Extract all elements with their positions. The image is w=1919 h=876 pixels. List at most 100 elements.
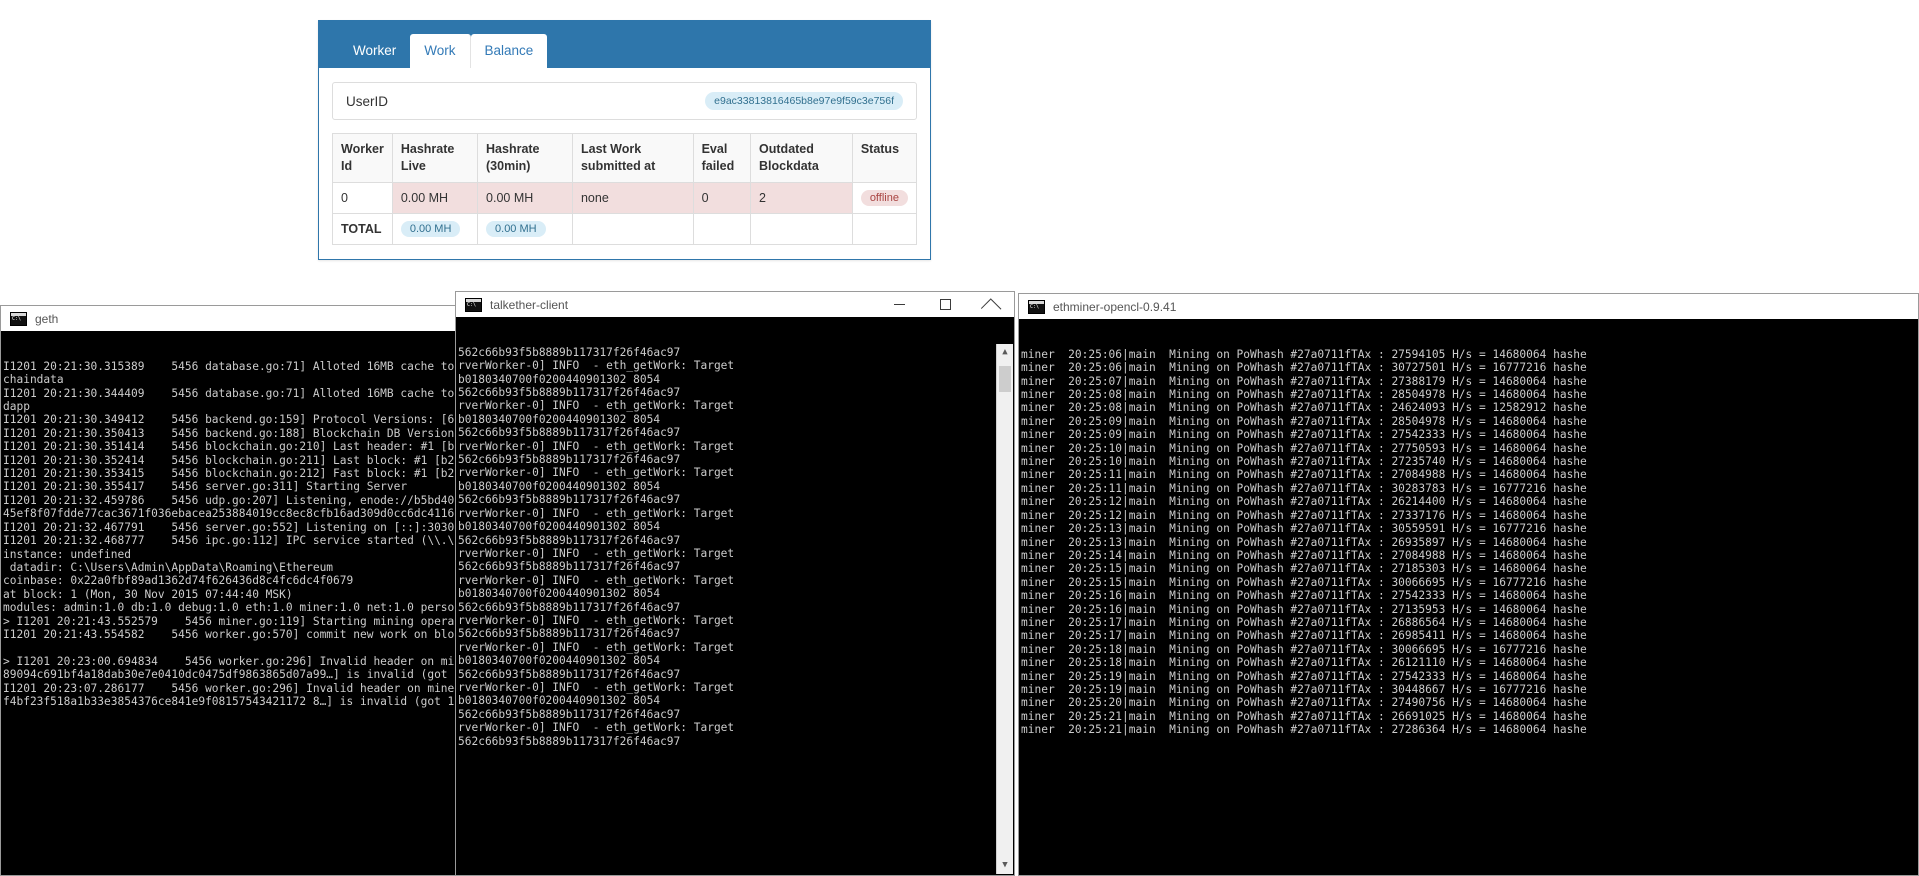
console-line: rverWorker-0] INFO - eth_getWork: Target <box>458 466 735 480</box>
console-line: 562c66b93f5b8889b117317f26f46ac97 <box>458 600 681 614</box>
tab-work[interactable]: Work <box>410 34 471 68</box>
console-line: miner 20:25:21|main Mining on PoWhash #2… <box>1021 709 1587 723</box>
talkether-window-controls <box>876 292 1014 317</box>
col-hashrate-live: Hashrate Live <box>391 133 479 183</box>
console-line: miner 20:25:06|main Mining on PoWhash #2… <box>1021 361 1587 375</box>
close-button[interactable] <box>968 292 1014 317</box>
console-line: miner 20:25:19|main Mining on PoWhash #2… <box>1021 682 1587 696</box>
console-line: 562c66b93f5b8889b117317f26f46ac97 <box>458 345 681 359</box>
col-eval-failed: Eval failed <box>692 133 752 183</box>
console-line: rverWorker-0] INFO - eth_getWork: Target <box>458 640 735 654</box>
talkether-console-output[interactable]: 562c66b93f5b8889b117317f26f46ac97 rverWor… <box>455 317 1015 876</box>
console-icon <box>465 297 482 312</box>
userid-row: UserID e9ac33813816465b8e97e9f59c3e756f <box>332 82 917 120</box>
console-line: miner 20:25:20|main Mining on PoWhash #2… <box>1021 696 1587 710</box>
col-last-work: Last Work submitted at <box>571 133 694 183</box>
workers-table-body: 0 0.00 MH 0.00 MH none 0 2 offline TOTAL <box>332 181 918 245</box>
col-hashrate-30min: Hashrate (30min) <box>477 133 573 183</box>
console-line: 562c66b93f5b8889b117317f26f46ac97 <box>458 426 681 440</box>
tab-balance[interactable]: Balance <box>470 34 548 68</box>
total-hashrate-live-badge: 0.00 MH <box>400 220 461 237</box>
cell-total-label: TOTAL <box>332 212 393 245</box>
console-line: b0180340700f0200440901302 8054 <box>458 587 661 601</box>
console-line: miner 20:25:14|main Mining on PoWhash #2… <box>1021 548 1587 562</box>
talkether-window-title: talkether-client <box>490 297 569 312</box>
ethminer-titlebar[interactable]: ethminer-opencl-0.9.41 <box>1018 293 1919 319</box>
console-line: 562c66b93f5b8889b117317f26f46ac97 <box>458 707 681 721</box>
console-line: miner 20:25:12|main Mining on PoWhash #2… <box>1021 508 1587 522</box>
console-line: rverWorker-0] INFO - eth_getWork: Target <box>458 721 735 735</box>
console-line: miner 20:25:13|main Mining on PoWhash #2… <box>1021 522 1587 536</box>
cell-status: offline <box>851 181 918 214</box>
console-line: miner 20:25:18|main Mining on PoWhash #2… <box>1021 656 1587 670</box>
console-line: miner 20:25:17|main Mining on PoWhash #2… <box>1021 615 1587 629</box>
console-line: miner 20:25:17|main Mining on PoWhash #2… <box>1021 629 1587 643</box>
console-line: miner 20:25:10|main Mining on PoWhash #2… <box>1021 455 1587 469</box>
userid-label: UserID <box>346 93 389 109</box>
console-line: miner 20:25:10|main Mining on PoWhash #2… <box>1021 441 1587 455</box>
cell-outdated: 2 <box>750 181 853 214</box>
console-line: rverWorker-0] INFO - eth_getWork: Target <box>458 680 735 694</box>
console-line: rverWorker-0] INFO - eth_getWork: Target <box>458 546 735 560</box>
ethminer-window-title: ethminer-opencl-0.9.41 <box>1053 299 1177 314</box>
cell-total-hashrate-30min: 0.00 MH <box>477 212 573 245</box>
cell-hashrate-30min: 0.00 MH <box>477 181 573 214</box>
cell-total-last-work <box>571 212 694 245</box>
talkether-scrollbar[interactable]: ▲ ▼ <box>996 344 1013 874</box>
console-line: miner 20:25:09|main Mining on PoWhash #2… <box>1021 414 1587 428</box>
console-line: b0180340700f0200440901302 8054 <box>458 654 661 668</box>
console-line: rverWorker-0] INFO - eth_getWork: Target <box>458 399 735 413</box>
talkether-client-window[interactable]: talkether-client 562c66b93f5b8889b117317… <box>455 291 1015 876</box>
scroll-up-icon[interactable]: ▲ <box>997 344 1013 361</box>
tab-bar: Worker Work Balance <box>339 20 548 68</box>
console-line: miner 20:25:16|main Mining on PoWhash #2… <box>1021 602 1587 616</box>
cell-last-work: none <box>571 181 694 214</box>
pool-stats-panel: Worker Work Balance UserID e9ac338138164… <box>318 20 931 260</box>
console-line: miner 20:25:19|main Mining on PoWhash #2… <box>1021 669 1587 683</box>
console-line: miner 20:25:07|main Mining on PoWhash #2… <box>1021 374 1587 388</box>
cell-eval-failed: 0 <box>692 181 752 214</box>
minimize-button[interactable] <box>876 292 922 317</box>
cell-total-outdated <box>750 212 853 245</box>
maximize-button[interactable] <box>922 292 968 317</box>
console-line: miner 20:25:13|main Mining on PoWhash #2… <box>1021 535 1587 549</box>
ethminer-window[interactable]: ethminer-opencl-0.9.41 miner 20:25:06|ma… <box>1018 293 1919 876</box>
console-line: miner 20:25:21|main Mining on PoWhash #2… <box>1021 723 1587 737</box>
console-line: 562c66b93f5b8889b117317f26f46ac97 <box>458 493 681 507</box>
console-icon <box>10 311 27 326</box>
ethminer-log-lines: miner 20:25:06|main Mining on PoWhash #2… <box>1021 348 1918 737</box>
console-line: 562c66b93f5b8889b117317f26f46ac97 <box>458 560 681 574</box>
panel-header: Worker Work Balance <box>319 20 930 68</box>
console-line: b0180340700f0200440901302 8054 <box>458 520 661 534</box>
console-line: 562c66b93f5b8889b117317f26f46ac97 <box>458 627 681 641</box>
cell-worker-id: 0 <box>332 181 393 214</box>
console-line: b0180340700f0200440901302 8054 <box>458 479 661 493</box>
table-row: 0 0.00 MH 0.00 MH none 0 2 offline <box>332 181 918 214</box>
cell-total-hashrate-live: 0.00 MH <box>391 212 479 245</box>
col-status: Status <box>851 133 918 183</box>
ethminer-console-output[interactable]: miner 20:25:06|main Mining on PoWhash #2… <box>1018 319 1919 876</box>
scroll-down-icon[interactable]: ▼ <box>997 857 1013 874</box>
console-line: 562c66b93f5b8889b117317f26f46ac97 <box>458 453 681 467</box>
console-line: b0180340700f0200440901302 8054 <box>458 372 661 386</box>
cell-total-eval-failed <box>692 212 752 245</box>
console-line: miner 20:25:09|main Mining on PoWhash #2… <box>1021 428 1587 442</box>
panel-body: UserID e9ac33813816465b8e97e9f59c3e756f … <box>319 68 930 245</box>
talkether-log-lines: 562c66b93f5b8889b117317f26f46ac97 rverWor… <box>458 346 1014 748</box>
scrollbar-thumb[interactable] <box>999 366 1011 392</box>
col-worker-id: Worker Id <box>332 133 393 183</box>
console-line: rverWorker-0] INFO - eth_getWork: Target <box>458 573 735 587</box>
console-line: miner 20:25:18|main Mining on PoWhash #2… <box>1021 642 1587 656</box>
talkether-titlebar[interactable]: talkether-client <box>455 291 1015 317</box>
console-line: 562c66b93f5b8889b117317f26f46ac97 <box>458 734 681 748</box>
console-line: miner 20:25:15|main Mining on PoWhash #2… <box>1021 575 1587 589</box>
workers-table: Worker Id Hashrate Live Hashrate (30min)… <box>332 133 918 245</box>
tab-worker[interactable]: Worker <box>339 34 410 68</box>
workers-table-head: Worker Id Hashrate Live Hashrate (30min)… <box>332 133 918 183</box>
console-line: 562c66b93f5b8889b117317f26f46ac97 <box>458 386 681 400</box>
console-line: 562c66b93f5b8889b117317f26f46ac97 <box>458 667 681 681</box>
console-line: miner 20:25:11|main Mining on PoWhash #2… <box>1021 468 1587 482</box>
table-total-row: TOTAL 0.00 MH 0.00 MH <box>332 212 918 245</box>
console-line: rverWorker-0] INFO - eth_getWork: Target <box>458 613 735 627</box>
cell-hashrate-live: 0.00 MH <box>391 181 479 214</box>
